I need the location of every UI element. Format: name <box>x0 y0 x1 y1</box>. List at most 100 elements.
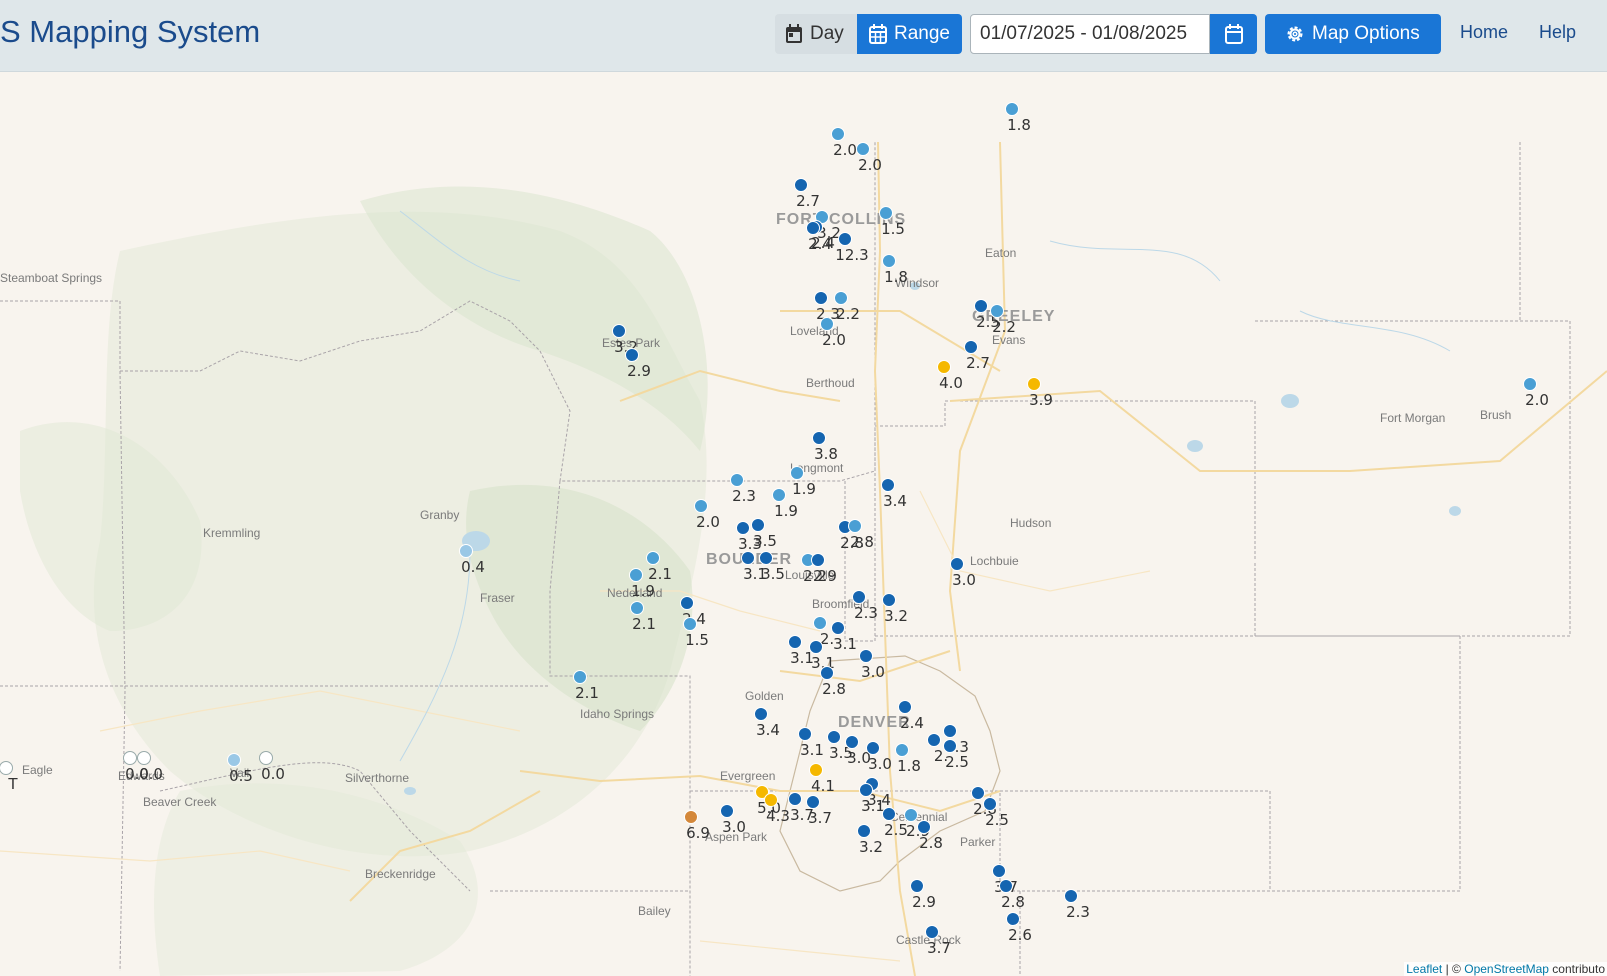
snowfall-marker[interactable] <box>917 820 931 834</box>
snowfall-marker[interactable] <box>827 730 841 744</box>
snowfall-marker[interactable] <box>834 291 848 305</box>
snowfall-marker[interactable] <box>809 763 823 777</box>
snowfall-marker[interactable] <box>794 178 808 192</box>
snowfall-marker[interactable] <box>895 743 909 757</box>
snowfall-marker[interactable] <box>852 590 866 604</box>
snowfall-marker[interactable] <box>1005 102 1019 116</box>
snowfall-marker[interactable] <box>751 518 765 532</box>
snowfall-marker[interactable] <box>964 340 978 354</box>
snowfall-marker[interactable] <box>971 786 985 800</box>
snowfall-marker[interactable] <box>937 360 951 374</box>
snowfall-marker[interactable] <box>1006 912 1020 926</box>
snowfall-marker[interactable] <box>927 733 941 747</box>
snowfall-marker[interactable] <box>1064 889 1078 903</box>
snowfall-marker[interactable] <box>974 299 988 313</box>
snowfall-marker[interactable] <box>943 739 957 753</box>
snowfall-marker[interactable] <box>625 348 639 362</box>
snowfall-marker[interactable] <box>720 804 734 818</box>
snowfall-marker[interactable] <box>629 568 643 582</box>
map-options-button[interactable]: Map Options <box>1265 14 1441 54</box>
snowfall-marker[interactable] <box>790 466 804 480</box>
range-mode-label: Range <box>894 23 950 44</box>
snowfall-marker[interactable] <box>459 544 473 558</box>
snowfall-marker[interactable] <box>630 601 644 615</box>
snowfall-marker[interactable] <box>788 635 802 649</box>
snowfall-value-label: 1.8 <box>1007 116 1031 134</box>
date-range-input[interactable] <box>970 14 1210 54</box>
snowfall-marker[interactable] <box>983 797 997 811</box>
snowfall-marker[interactable] <box>898 700 912 714</box>
snowfall-marker[interactable] <box>259 751 273 765</box>
snowfall-marker[interactable] <box>754 707 768 721</box>
snowfall-marker[interactable] <box>859 649 873 663</box>
snowfall-marker[interactable] <box>859 783 873 797</box>
snowfall-marker[interactable] <box>856 142 870 156</box>
snowfall-marker[interactable] <box>845 735 859 749</box>
snowfall-marker[interactable] <box>992 864 1006 878</box>
snowfall-marker[interactable] <box>857 824 871 838</box>
snowfall-marker[interactable] <box>820 666 834 680</box>
snowfall-marker[interactable] <box>798 727 812 741</box>
snowfall-marker[interactable] <box>990 304 1004 318</box>
snowfall-marker[interactable] <box>683 617 697 631</box>
snowfall-marker[interactable] <box>814 291 828 305</box>
snowfall-marker[interactable] <box>999 879 1013 893</box>
snowfall-marker[interactable] <box>812 431 826 445</box>
snowfall-marker[interactable] <box>612 324 626 338</box>
snowfall-marker[interactable] <box>831 621 845 635</box>
snowfall-marker[interactable] <box>882 254 896 268</box>
place-label: Granby <box>420 508 460 522</box>
snowfall-marker[interactable] <box>881 478 895 492</box>
snowfall-marker[interactable] <box>680 596 694 610</box>
snowfall-marker[interactable] <box>910 879 924 893</box>
openstreetmap-link[interactable]: OpenStreetMap <box>1464 962 1549 976</box>
snowfall-marker[interactable] <box>809 640 823 654</box>
snowfall-marker[interactable] <box>764 793 778 807</box>
range-mode-button[interactable]: Range <box>857 14 962 54</box>
snowfall-marker[interactable] <box>646 551 660 565</box>
snowfall-marker[interactable] <box>866 741 880 755</box>
map-canvas[interactable]: FORT COLLINS Eaton Windsor GREELEY Evans Este… <box>0 71 1607 976</box>
snowfall-marker[interactable] <box>573 670 587 684</box>
snowfall-marker[interactable] <box>137 751 151 765</box>
snowfall-marker[interactable] <box>882 807 896 821</box>
snowfall-marker[interactable] <box>684 810 698 824</box>
leaflet-link[interactable]: Leaflet <box>1406 962 1442 976</box>
snowfall-marker[interactable] <box>882 593 896 607</box>
place-label: Fort Morgan <box>1380 411 1446 425</box>
snowfall-marker[interactable] <box>848 519 862 533</box>
snowfall-value-label: 2.0 <box>833 141 857 159</box>
snowfall-marker[interactable] <box>838 232 852 246</box>
snowfall-marker[interactable] <box>759 551 773 565</box>
snowfall-value-label: 1.5 <box>685 631 709 649</box>
snowfall-marker[interactable] <box>694 499 708 513</box>
day-mode-button[interactable]: Day <box>775 14 857 54</box>
snowfall-marker[interactable] <box>943 724 957 738</box>
snowfall-value-label: 2.9 <box>912 893 936 911</box>
snowfall-marker[interactable] <box>772 488 786 502</box>
snowfall-marker[interactable] <box>227 753 241 767</box>
snowfall-marker[interactable] <box>925 925 939 939</box>
snowfall-marker[interactable] <box>831 127 845 141</box>
snowfall-marker[interactable] <box>950 557 964 571</box>
snowfall-marker[interactable] <box>736 521 750 535</box>
snowfall-marker[interactable] <box>904 808 918 822</box>
open-calendar-button[interactable] <box>1210 14 1257 54</box>
snowfall-marker[interactable] <box>788 792 802 806</box>
place-label: Evergreen <box>720 769 776 783</box>
home-link[interactable]: Home <box>1460 22 1508 43</box>
snowfall-marker[interactable] <box>806 795 820 809</box>
snowfall-marker[interactable] <box>123 751 137 765</box>
snowfall-marker[interactable] <box>741 551 755 565</box>
snowfall-value-label: 2.3 <box>854 604 878 622</box>
snowfall-marker[interactable] <box>1523 377 1537 391</box>
help-link[interactable]: Help <box>1539 22 1576 43</box>
snowfall-marker[interactable] <box>806 221 820 235</box>
snowfall-marker[interactable] <box>1027 377 1041 391</box>
snowfall-marker[interactable] <box>820 317 834 331</box>
snowfall-marker[interactable] <box>813 616 827 630</box>
snowfall-marker[interactable] <box>730 473 744 487</box>
snowfall-marker[interactable] <box>811 553 825 567</box>
snowfall-value-label: 2.3 <box>732 487 756 505</box>
snowfall-marker[interactable] <box>879 206 893 220</box>
